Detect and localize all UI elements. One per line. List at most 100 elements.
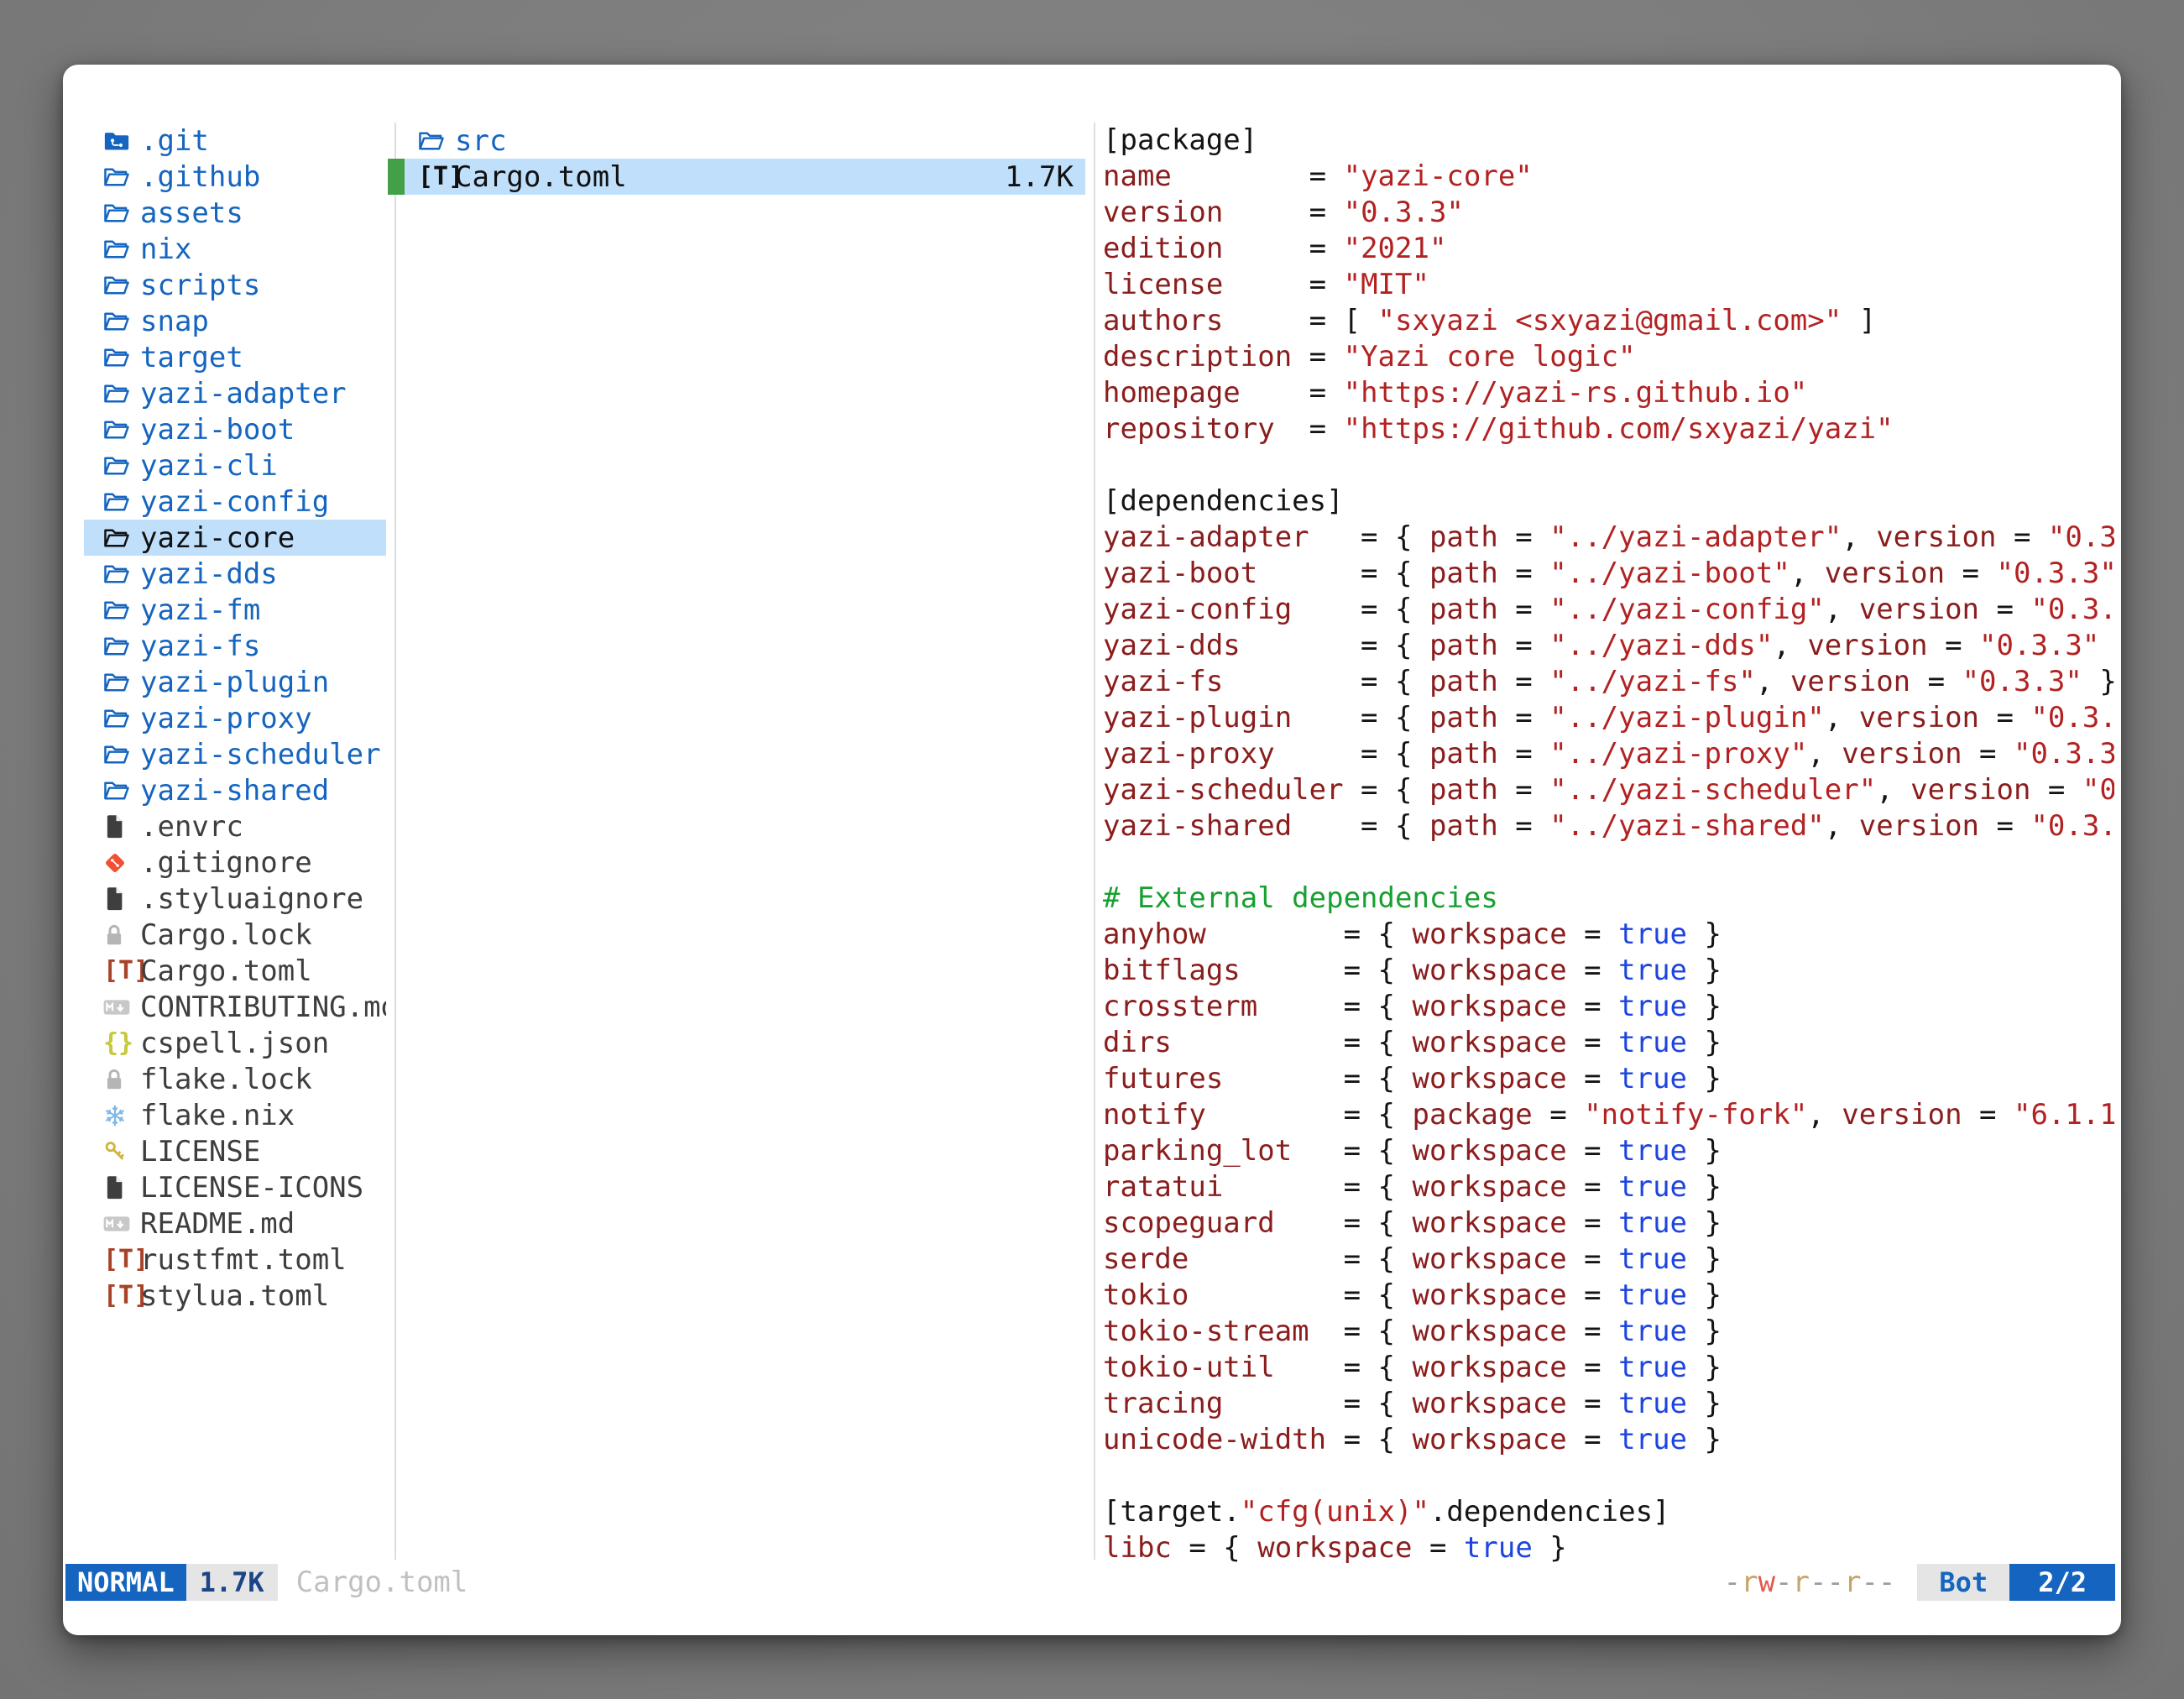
file-icon [103, 1175, 140, 1200]
sidebar-item-assets[interactable]: assets [84, 195, 386, 231]
yazi-file-manager-window: .git.githubassetsnixscriptssnaptargetyaz… [63, 65, 2121, 1635]
folder-icon [103, 418, 140, 442]
sidebar-item-yazi-fm[interactable]: yazi-fm [84, 592, 386, 628]
item-label: yazi-core [140, 521, 295, 555]
sidebar-item-yazi-proxy[interactable]: yazi-proxy [84, 700, 386, 736]
preview-line: tokio-stream = { workspace = true } [1103, 1314, 2114, 1350]
item-label: .git [140, 124, 209, 158]
sidebar-item-cspell-json[interactable]: {}cspell.json [84, 1025, 386, 1061]
sidebar-item-scripts[interactable]: scripts [84, 267, 386, 303]
sidebar-item-yazi-core[interactable]: yazi-core [84, 520, 386, 556]
sidebar-item-license[interactable]: LICENSE [84, 1133, 386, 1169]
sidebar-item-yazi-shared[interactable]: yazi-shared [84, 772, 386, 808]
preview-line: yazi-dds = { path = "../yazi-dds", versi… [1103, 628, 2114, 664]
item-label: yazi-adapter [140, 377, 347, 410]
preview-line: notify = { package = "notify-fork", vers… [1103, 1097, 2114, 1133]
item-label: README.md [140, 1207, 295, 1241]
item-label: stylua.toml [140, 1279, 329, 1313]
item-label: .gitignore [140, 846, 312, 880]
preview-line: futures = { workspace = true } [1103, 1061, 2114, 1097]
pane-separator-left [394, 123, 396, 1560]
preview-line: homepage = "https://yazi-rs.github.io" [1103, 375, 2114, 411]
folder-icon [103, 165, 140, 189]
preview-line: [package] [1103, 123, 2114, 159]
folder-icon [103, 238, 140, 261]
sidebar-item-nix[interactable]: nix [84, 231, 386, 267]
preview-line: yazi-adapter = { path = "../yazi-adapter… [1103, 520, 2114, 556]
item-label: Cargo.lock [140, 918, 312, 952]
sidebar-item-yazi-config[interactable]: yazi-config [84, 484, 386, 520]
sidebar-item-git[interactable]: .git [84, 123, 386, 159]
file-icon [103, 814, 140, 839]
sidebar-item-yazi-dds[interactable]: yazi-dds [84, 556, 386, 592]
sidebar-item-readme-md[interactable]: README.md [84, 1205, 386, 1242]
preview-line: edition = "2021" [1103, 231, 2114, 267]
file-icon [103, 886, 140, 912]
sidebar-item-yazi-cli[interactable]: yazi-cli [84, 447, 386, 484]
file-size-badge: 1.7K [186, 1564, 278, 1601]
sidebar-item-yazi-fs[interactable]: yazi-fs [84, 628, 386, 664]
folder-icon [103, 562, 140, 586]
item-label: src [455, 124, 506, 158]
preview-line: yazi-scheduler = { path = "../yazi-sched… [1103, 772, 2114, 808]
item-label: yazi-shared [140, 774, 329, 808]
preview-line: parking_lot = { workspace = true } [1103, 1133, 2114, 1169]
sidebar-item-cargo-lock[interactable]: Cargo.lock [84, 917, 386, 953]
pane-separator-right [1094, 123, 1095, 1560]
folder-icon [103, 671, 140, 694]
item-label: target [140, 341, 243, 374]
item-label: Cargo.toml [140, 954, 312, 988]
item-label: yazi-fs [140, 630, 260, 663]
folder-icon [103, 490, 140, 514]
sidebar-item-contributing-md[interactable]: CONTRIBUTING.md [84, 989, 386, 1025]
sidebar-item-target[interactable]: target [84, 339, 386, 375]
folder-icon [103, 382, 140, 405]
sidebar-item-gitignore[interactable]: .gitignore [84, 844, 386, 881]
toml-icon: [T] [418, 159, 455, 195]
preview-line: yazi-proxy = { path = "../yazi-proxy", v… [1103, 736, 2114, 772]
sidebar-item-stylua-toml[interactable]: [T]stylua.toml [84, 1278, 386, 1314]
sidebar-item-yazi-adapter[interactable]: yazi-adapter [84, 375, 386, 411]
status-filename: Cargo.toml [296, 1566, 468, 1599]
file-preview-pane[interactable]: [package]name = "yazi-core"version = "0.… [1103, 123, 2114, 1567]
sidebar-item-flake-lock[interactable]: flake.lock [84, 1061, 386, 1097]
lock-icon [103, 1067, 140, 1092]
braces-icon: {} [103, 1025, 140, 1061]
preview-line: license = "MIT" [1103, 267, 2114, 303]
sidebar-item-rustfmt-toml[interactable]: [T]rustfmt.toml [84, 1242, 386, 1278]
sidebar-item-yazi-scheduler[interactable]: yazi-scheduler [84, 736, 386, 772]
cursor-counter-badge: 2/2 [2009, 1564, 2115, 1601]
sidebar-item-yazi-boot[interactable]: yazi-boot [84, 411, 386, 447]
item-label: scripts [140, 269, 260, 302]
preview-line: unicode-width = { workspace = true } [1103, 1422, 2114, 1458]
sidebar-item-cargo-toml[interactable]: [T]Cargo.toml [84, 953, 386, 989]
status-bar: NORMAL 1.7K Cargo.toml -rw-r--r-- Bot 2/… [65, 1564, 2115, 1601]
sidebar-item-license-icons[interactable]: LICENSE-ICONS [84, 1169, 386, 1205]
file-row-cargo-toml[interactable]: [T]Cargo.toml1.7K [388, 159, 1085, 195]
file-row-src[interactable]: src [388, 123, 1085, 159]
sidebar-item-envrc[interactable]: .envrc [84, 808, 386, 844]
preview-line: [dependencies] [1103, 484, 2114, 520]
folder-icon [103, 779, 140, 802]
preview-line: yazi-shared = { path = "../yazi-shared",… [1103, 808, 2114, 844]
preview-line: dirs = { workspace = true } [1103, 1025, 2114, 1061]
key-icon [103, 1140, 140, 1163]
folder-icon [103, 743, 140, 766]
sidebar-item-flake-nix[interactable]: flake.nix [84, 1097, 386, 1133]
preview-line: # External dependencies [1103, 881, 2114, 917]
parent-directory-pane[interactable]: .git.githubassetsnixscriptssnaptargetyaz… [84, 123, 386, 1314]
folder-icon [103, 201, 140, 225]
folder-icon [103, 346, 140, 369]
item-label: CONTRIBUTING.md [140, 991, 386, 1024]
preview-line: yazi-config = { path = "../yazi-config",… [1103, 592, 2114, 628]
preview-line: ratatui = { workspace = true } [1103, 1169, 2114, 1205]
sidebar-item-styluaignore[interactable]: .styluaignore [84, 881, 386, 917]
scroll-position-badge: Bot [1917, 1564, 2009, 1601]
item-label: .envrc [140, 810, 243, 844]
sidebar-item-github[interactable]: .github [84, 159, 386, 195]
current-directory-pane[interactable]: src[T]Cargo.toml1.7K [388, 123, 1085, 195]
sidebar-item-yazi-plugin[interactable]: yazi-plugin [84, 664, 386, 700]
item-label: yazi-dds [140, 557, 278, 591]
file-permissions: -rw-r--r-- [1724, 1566, 1896, 1599]
sidebar-item-snap[interactable]: snap [84, 303, 386, 339]
